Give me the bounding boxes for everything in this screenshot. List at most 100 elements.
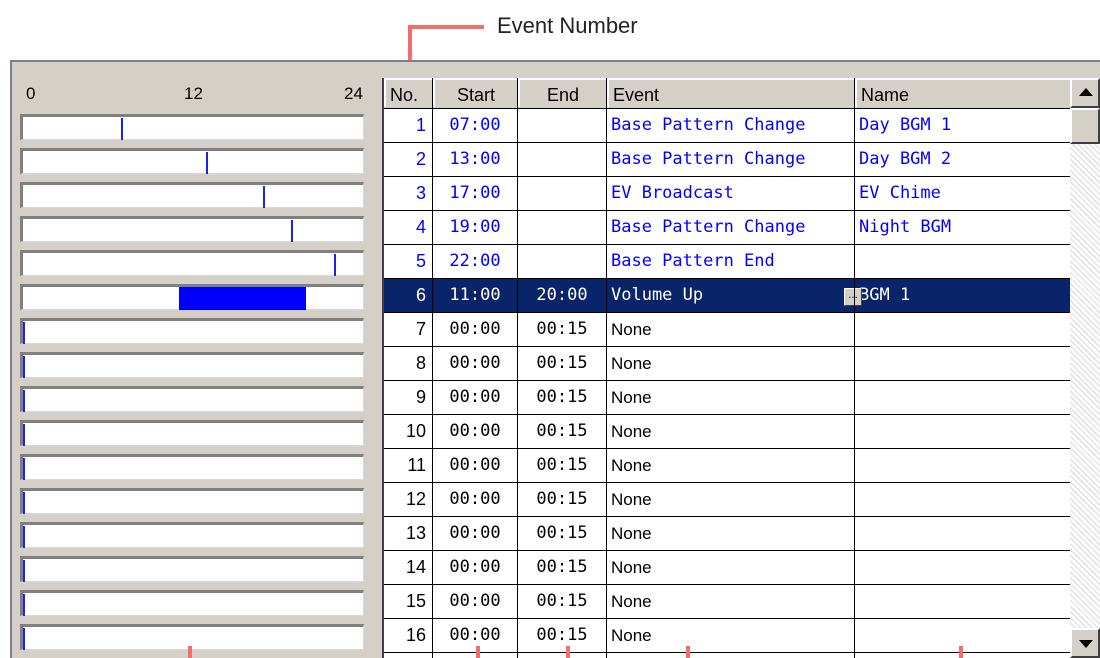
cell-event[interactable]: None — [607, 483, 854, 516]
scroll-up-button[interactable] — [1070, 78, 1100, 108]
cell-end[interactable]: 00:15 — [518, 517, 606, 550]
table-row[interactable]: 10 00:00 00:15 None — [384, 415, 1072, 449]
table-row[interactable]: 13 00:00 00:15 None — [384, 517, 1072, 551]
table-row[interactable]: 5 22:00 Base Pattern End — [384, 245, 1072, 279]
cell-no[interactable]: 7 — [384, 313, 432, 346]
cell-event[interactable]: Base Pattern Change — [607, 143, 854, 176]
cell-name[interactable] — [855, 483, 1072, 516]
cell-no[interactable]: 14 — [384, 551, 432, 584]
header-end[interactable]: End — [518, 78, 606, 109]
vertical-scrollbar[interactable] — [1070, 78, 1100, 658]
cell-no[interactable]: 4 — [384, 211, 432, 244]
cell-name[interactable] — [855, 551, 1072, 584]
cell-start[interactable]: 00:00 — [433, 415, 517, 448]
table-row[interactable]: 9 00:00 00:15 None — [384, 381, 1072, 415]
cell-name[interactable] — [855, 517, 1072, 550]
header-no[interactable]: No. — [384, 78, 432, 109]
table-row[interactable]: 7 00:00 00:15 None — [384, 313, 1072, 347]
cell-end[interactable] — [518, 143, 606, 176]
cell-start[interactable]: 13:00 — [433, 143, 517, 176]
header-start[interactable]: Start — [433, 78, 517, 109]
cell-event[interactable]: Base Pattern Change — [607, 211, 854, 244]
cell-no[interactable]: 2 — [384, 143, 432, 176]
cell-no[interactable]: 13 — [384, 517, 432, 550]
cell-event[interactable]: None — [607, 619, 854, 652]
cell-no[interactable]: 10 — [384, 415, 432, 448]
cell-event[interactable]: None — [607, 585, 854, 618]
cell-end[interactable]: 00:15 — [518, 415, 606, 448]
cell-no[interactable]: 11 — [384, 449, 432, 482]
event-browse-button[interactable]: ... — [844, 288, 862, 306]
table-row[interactable]: 15 00:00 00:15 None — [384, 585, 1072, 619]
cell-name[interactable] — [855, 585, 1072, 618]
cell-start[interactable]: 00:00 — [433, 347, 517, 380]
cell-end[interactable] — [518, 109, 606, 142]
cell-event[interactable]: Base Pattern End — [607, 245, 854, 278]
cell-event[interactable]: Base Pattern Change — [607, 109, 854, 142]
cell-event[interactable]: None — [607, 313, 854, 346]
cell-name[interactable] — [855, 245, 1072, 278]
cell-name[interactable]: Day BGM 2 — [855, 143, 1072, 176]
cell-start[interactable]: 17:00 — [433, 177, 517, 210]
table-row[interactable]: 8 00:00 00:15 None — [384, 347, 1072, 381]
cell-start[interactable]: 00:00 — [433, 551, 517, 584]
table-row[interactable]: 14 00:00 00:15 None — [384, 551, 1072, 585]
cell-name[interactable] — [855, 381, 1072, 414]
cell-name[interactable]: Night BGM — [855, 211, 1072, 244]
header-name[interactable]: Name — [855, 78, 1072, 109]
cell-start[interactable]: 00:00 — [433, 483, 517, 516]
table-row[interactable]: 1 07:00 Base Pattern Change Day BGM 1 — [384, 109, 1072, 143]
cell-end[interactable]: 00:15 — [518, 347, 606, 380]
table-row[interactable]: 16 00:00 00:15 None — [384, 619, 1072, 653]
cell-start[interactable]: 19:00 — [433, 211, 517, 244]
cell-no[interactable]: 9 — [384, 381, 432, 414]
cell-end[interactable] — [518, 177, 606, 210]
cell-event[interactable]: None — [607, 551, 854, 584]
cell-start[interactable]: 00:00 — [433, 585, 517, 618]
cell-end[interactable] — [518, 211, 606, 244]
cell-name[interactable] — [855, 619, 1072, 652]
table-row[interactable]: 11 00:00 00:15 None — [384, 449, 1072, 483]
table-row[interactable]: 6 11:00 20:00 Volume Up BGM 1... — [384, 279, 1072, 313]
cell-end[interactable] — [518, 245, 606, 278]
cell-end[interactable]: 20:00 — [518, 279, 606, 312]
cell-event[interactable]: EV Broadcast — [607, 177, 854, 210]
cell-name[interactable]: Day BGM 1 — [855, 109, 1072, 142]
cell-event[interactable]: Volume Up — [607, 279, 854, 312]
cell-no[interactable]: 3 — [384, 177, 432, 210]
cell-name[interactable]: EV Chime — [855, 177, 1072, 210]
cell-no[interactable]: 16 — [384, 619, 432, 652]
table-row[interactable]: 2 13:00 Base Pattern Change Day BGM 2 — [384, 143, 1072, 177]
cell-end[interactable]: 00:15 — [518, 449, 606, 482]
cell-start[interactable]: 07:00 — [433, 109, 517, 142]
cell-start[interactable]: 00:00 — [433, 381, 517, 414]
scroll-down-button[interactable] — [1070, 628, 1100, 658]
cell-end[interactable]: 00:15 — [518, 313, 606, 346]
cell-start[interactable]: 00:00 — [433, 313, 517, 346]
cell-event[interactable]: None — [607, 517, 854, 550]
cell-no[interactable]: 6 — [384, 279, 432, 312]
cell-end[interactable]: 00:15 — [518, 619, 606, 652]
cell-no[interactable]: 12 — [384, 483, 432, 516]
cell-name[interactable]: BGM 1 — [855, 279, 1072, 312]
cell-start[interactable]: 00:00 — [433, 449, 517, 482]
cell-event[interactable]: None — [607, 347, 854, 380]
cell-event[interactable]: None — [607, 449, 854, 482]
cell-no[interactable]: 1 — [384, 109, 432, 142]
cell-end[interactable]: 00:15 — [518, 483, 606, 516]
table-row[interactable]: 3 17:00 EV Broadcast EV Chime — [384, 177, 1072, 211]
cell-event[interactable]: None — [607, 415, 854, 448]
cell-name[interactable] — [855, 415, 1072, 448]
cell-start[interactable]: 00:00 — [433, 517, 517, 550]
cell-start[interactable]: 22:00 — [433, 245, 517, 278]
cell-end[interactable]: 00:15 — [518, 551, 606, 584]
cell-start[interactable]: 11:00 — [433, 279, 517, 312]
table-row[interactable]: 12 00:00 00:15 None — [384, 483, 1072, 517]
cell-end[interactable]: 00:15 — [518, 585, 606, 618]
cell-name[interactable] — [855, 347, 1072, 380]
cell-name[interactable] — [855, 449, 1072, 482]
cell-start[interactable]: 00:00 — [433, 619, 517, 652]
cell-no[interactable]: 15 — [384, 585, 432, 618]
scroll-thumb[interactable] — [1070, 108, 1100, 144]
cell-name[interactable] — [855, 313, 1072, 346]
